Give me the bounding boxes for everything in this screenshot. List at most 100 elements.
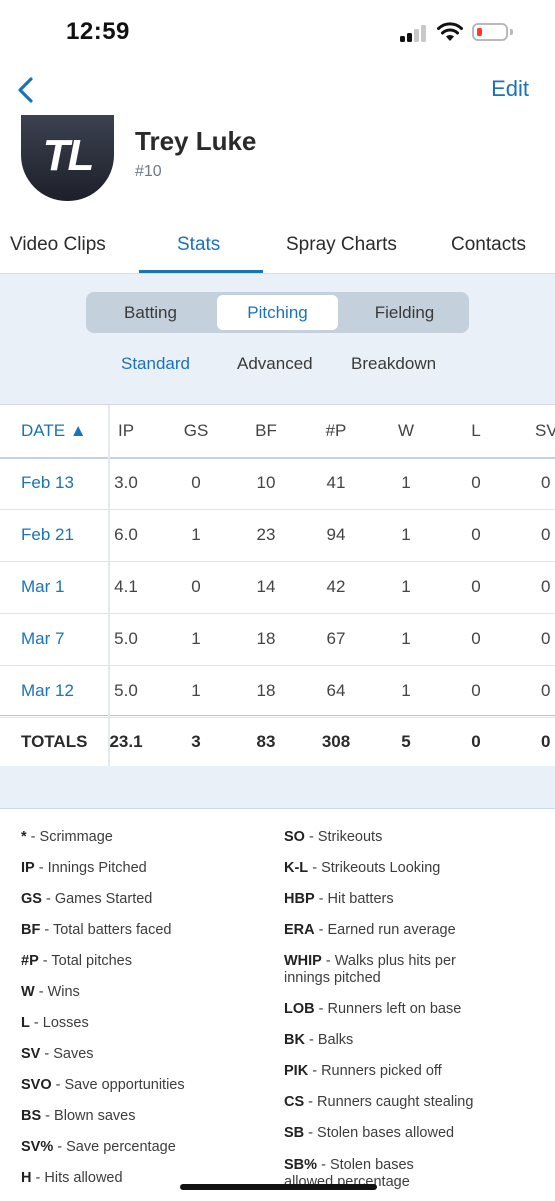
- tab-stats[interactable]: Stats: [177, 234, 220, 256]
- cell-l: 0: [471, 577, 481, 596]
- cell-ip: 6.0: [114, 525, 138, 544]
- subtab-standard[interactable]: Standard: [121, 354, 190, 374]
- cell-l: 0: [471, 473, 481, 492]
- totals-row: TOTALS 23.1 3 83 308 5 0 0: [0, 715, 555, 769]
- table-row[interactable]: Feb 13 3.0 0 10 41 1 0 0: [0, 457, 555, 510]
- cell-gs: 1: [191, 681, 201, 700]
- legend-item: * - Scrimmage: [21, 829, 113, 845]
- legend-item: CS - Runners caught stealing: [284, 1094, 474, 1110]
- pitching-stats-table: DATE ▲ IP GS BF #P W L SV Feb 13 3.0 0 1…: [0, 404, 555, 769]
- edit-button[interactable]: Edit: [491, 76, 529, 102]
- status-bar: 12:59: [0, 0, 555, 66]
- cell-l: 0: [471, 629, 481, 648]
- total-w: 5: [401, 732, 411, 751]
- cell-w: 1: [401, 525, 411, 544]
- legend-item: IP - Innings Pitched: [21, 860, 147, 876]
- avatar-initials: TL: [42, 131, 95, 180]
- legend-item: H - Hits allowed: [21, 1170, 123, 1186]
- cell-bf: 10: [256, 473, 276, 492]
- cell-pitches: 42: [326, 577, 346, 596]
- tab-spray-charts[interactable]: Spray Charts: [286, 234, 397, 256]
- cell-gs: 0: [191, 577, 201, 596]
- player-number: #10: [135, 163, 162, 180]
- legend-item: BF - Total batters faced: [21, 922, 172, 938]
- date-link[interactable]: Mar 1: [21, 561, 64, 613]
- legend-item: SV% - Save percentage: [21, 1139, 176, 1155]
- subtab-advanced[interactable]: Advanced: [237, 354, 313, 374]
- legend-item: BK - Balks: [284, 1032, 354, 1048]
- legend-item: ERA - Earned run average: [284, 922, 456, 938]
- cell-l: 0: [471, 681, 481, 700]
- cell-bf: 18: [256, 681, 276, 700]
- stats-legend: * - Scrimmage IP - Innings Pitched GS - …: [0, 808, 555, 1201]
- tab-contacts[interactable]: Contacts: [451, 234, 526, 256]
- cell-gs: 0: [191, 473, 201, 492]
- cell-sv: 0: [541, 681, 551, 700]
- table-row[interactable]: Feb 21 6.0 1 23 94 1 0 0: [0, 509, 555, 562]
- cell-pitches: 67: [326, 629, 346, 648]
- column-header-bf[interactable]: BF: [246, 405, 286, 457]
- segment-batting[interactable]: Batting: [90, 295, 211, 330]
- column-header-ip[interactable]: IP: [106, 405, 146, 457]
- legend-item: K-L - Strikeouts Looking: [284, 860, 441, 876]
- total-ip: 23.1: [109, 732, 143, 751]
- back-chevron-icon[interactable]: [12, 74, 42, 106]
- cell-w: 1: [401, 473, 411, 492]
- segment-fielding[interactable]: Fielding: [344, 295, 465, 330]
- cell-bf: 14: [256, 577, 276, 596]
- legend-item: L - Losses: [21, 1015, 89, 1031]
- cell-w: 1: [401, 681, 411, 700]
- date-link[interactable]: Feb 21: [21, 509, 74, 561]
- cell-bf: 18: [256, 629, 276, 648]
- cell-pitches: 41: [326, 473, 346, 492]
- total-gs: 3: [191, 732, 201, 751]
- status-time: 12:59: [66, 18, 130, 45]
- stats-filter-panel: Batting Pitching Fielding Standard Advan…: [0, 274, 555, 404]
- table-row[interactable]: Mar 7 5.0 1 18 67 1 0 0: [0, 613, 555, 666]
- table-row[interactable]: Mar 12 5.0 1 18 64 1 0 0: [0, 665, 555, 718]
- column-header-sv[interactable]: SV: [535, 405, 555, 457]
- total-sv: 0: [541, 732, 551, 751]
- date-link[interactable]: Mar 7: [21, 613, 64, 665]
- avatar: TL: [21, 115, 114, 201]
- legend-item: SV - Saves: [21, 1046, 94, 1062]
- wifi-icon: [437, 22, 463, 41]
- date-link[interactable]: Feb 13: [21, 457, 74, 509]
- segment-pitching[interactable]: Pitching: [217, 295, 338, 330]
- totals-label: TOTALS: [21, 732, 88, 751]
- legend-item: BS - Blown saves: [21, 1108, 136, 1124]
- date-link[interactable]: Mar 12: [21, 665, 74, 717]
- legend-item: GS - Games Started: [21, 891, 153, 907]
- column-header-pitches[interactable]: #P: [316, 405, 356, 457]
- tab-bar: Video Clips Stats Spray Charts Contacts: [0, 224, 555, 274]
- cell-gs: 1: [191, 525, 201, 544]
- cell-sv: 0: [541, 473, 551, 492]
- table-row[interactable]: Mar 1 4.1 0 14 42 1 0 0: [0, 561, 555, 614]
- column-header-w[interactable]: W: [386, 405, 426, 457]
- cell-bf: 23: [256, 525, 276, 544]
- legend-item: HBP - Hit batters: [284, 891, 394, 907]
- cell-w: 1: [401, 629, 411, 648]
- cell-sv: 0: [541, 525, 551, 544]
- subtab-breakdown[interactable]: Breakdown: [351, 354, 436, 374]
- legend-item: SO - Strikeouts: [284, 829, 383, 845]
- legend-item: PIK - Runners picked off: [284, 1063, 442, 1079]
- battery-icon: [472, 23, 508, 41]
- total-pitches: 308: [321, 732, 351, 751]
- column-header-l[interactable]: L: [456, 405, 496, 457]
- legend-item: WHIP - Walks plus hits per innings pitche…: [284, 953, 456, 986]
- cell-pitches: 64: [326, 681, 346, 700]
- tab-video-clips[interactable]: Video Clips: [10, 234, 106, 256]
- cell-sv: 0: [541, 629, 551, 648]
- cell-pitches: 94: [326, 525, 346, 544]
- column-header-date[interactable]: DATE ▲: [21, 405, 87, 457]
- cell-gs: 1: [191, 629, 201, 648]
- home-indicator[interactable]: [180, 1184, 377, 1190]
- column-header-gs[interactable]: GS: [176, 405, 216, 457]
- stat-type-segmented-control: Batting Pitching Fielding: [86, 292, 469, 333]
- frozen-column-divider: [108, 405, 110, 767]
- cell-ip: 3.0: [114, 473, 138, 492]
- legend-item: W - Wins: [21, 984, 80, 1000]
- table-header-row: DATE ▲ IP GS BF #P W L SV: [0, 405, 555, 459]
- player-name: Trey Luke: [135, 126, 257, 156]
